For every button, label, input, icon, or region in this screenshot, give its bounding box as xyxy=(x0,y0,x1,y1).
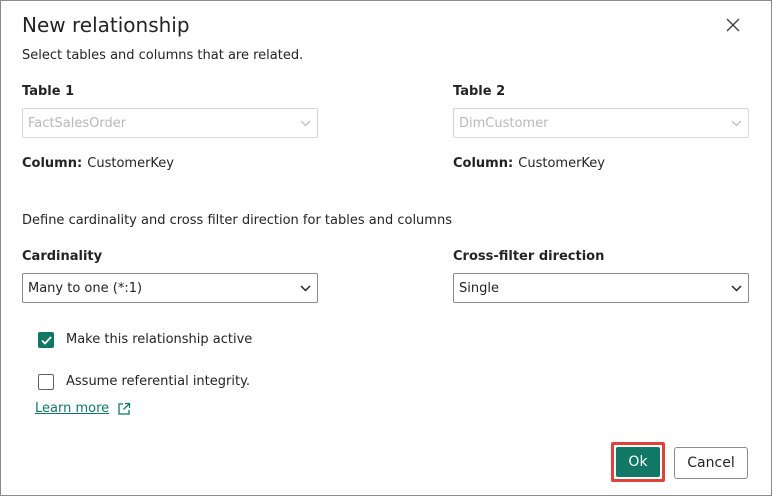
ok-button-highlight: Ok xyxy=(611,442,665,482)
table2-column-value: CustomerKey xyxy=(518,156,605,171)
dialog-title: New relationship xyxy=(22,13,190,37)
table1-select-value: FactSalesOrder xyxy=(28,115,127,131)
table1-column-value: CustomerKey xyxy=(87,156,174,171)
ok-button[interactable]: Ok xyxy=(616,447,660,477)
external-link-icon xyxy=(118,402,131,415)
integrity-checkbox[interactable] xyxy=(38,374,54,390)
dialog-subtitle: Select tables and columns that are relat… xyxy=(22,48,304,63)
checkmark-icon xyxy=(40,335,52,345)
cardinality-select[interactable]: Many to one (*:1) xyxy=(22,273,318,303)
close-button[interactable] xyxy=(721,13,745,37)
table2-column: Column: CustomerKey xyxy=(453,152,605,171)
cardinality-label: Cardinality xyxy=(22,249,103,264)
crossfilter-select-value: Single xyxy=(459,280,499,296)
crossfilter-select[interactable]: Single xyxy=(453,273,749,303)
table1-column-label: Column: xyxy=(22,156,83,171)
chevron-down-icon xyxy=(299,282,311,294)
cancel-button[interactable]: Cancel xyxy=(674,447,748,479)
active-checkbox-label[interactable]: Make this relationship active xyxy=(66,332,252,347)
table2-column-label: Column: xyxy=(453,156,514,171)
chevron-down-icon xyxy=(730,117,742,129)
integrity-checkbox-label[interactable]: Assume referential integrity. xyxy=(66,374,250,389)
table2-select-value: DimCustomer xyxy=(459,115,549,131)
table1-label: Table 1 xyxy=(22,84,75,99)
learn-more-text[interactable]: Learn more xyxy=(32,401,109,416)
active-checkbox[interactable] xyxy=(38,332,54,348)
table2-select: DimCustomer xyxy=(453,108,749,138)
table1-select: FactSalesOrder xyxy=(22,108,318,138)
cardinality-select-value: Many to one (*:1) xyxy=(28,280,143,296)
cardinality-description: Define cardinality and cross filter dire… xyxy=(22,213,452,228)
table2-label: Table 2 xyxy=(453,84,506,99)
chevron-down-icon xyxy=(730,282,742,294)
crossfilter-label: Cross-filter direction xyxy=(453,249,605,264)
close-icon xyxy=(726,18,740,32)
chevron-down-icon xyxy=(299,117,311,129)
table1-column: Column: CustomerKey xyxy=(22,152,174,171)
learn-more-link[interactable]: Learn more xyxy=(32,401,131,416)
new-relationship-dialog: New relationship Select tables and colum… xyxy=(0,0,772,496)
